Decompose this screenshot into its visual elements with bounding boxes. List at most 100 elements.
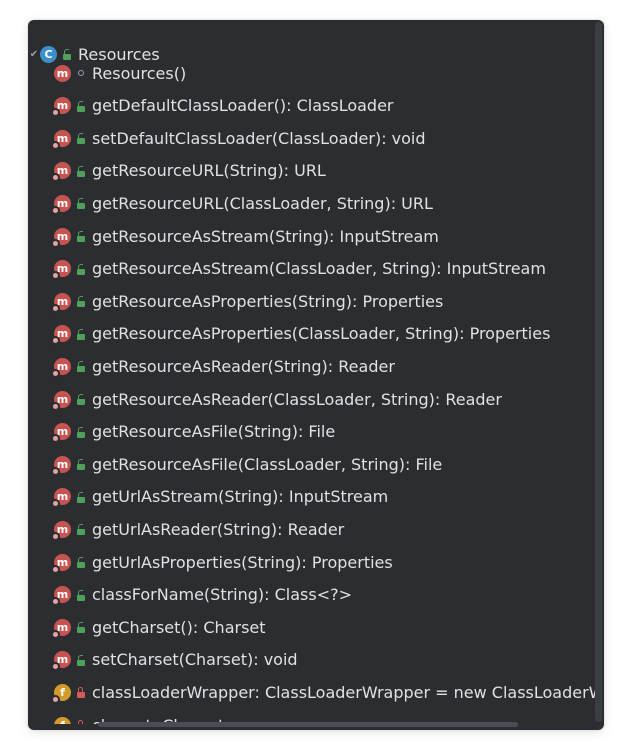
- tree-node-method[interactable]: m getResourceAsProperties(ClassLoader, St…: [51, 320, 551, 348]
- public-access-icon: [76, 393, 86, 405]
- tree-node-method[interactable]: m getDefaultClassLoader(): ClassLoader: [51, 92, 394, 120]
- tree-node-method[interactable]: m getResourceAsProperties(String): Proper…: [51, 287, 444, 315]
- tree-node-method[interactable]: m getResourceAsFile(ClassLoader, String):…: [51, 450, 443, 478]
- tree-node-field[interactable]: f classLoaderWrapper: ClassLoaderWrapper …: [51, 678, 596, 706]
- static-badge-icon: [51, 662, 60, 672]
- member-label: getUrlAsReader(String): Reader: [92, 519, 345, 539]
- static-badge-icon: [51, 271, 60, 281]
- tree-node-method[interactable]: m getResourceAsReader(ClassLoader, String…: [51, 385, 502, 413]
- static-badge-icon: [51, 173, 60, 183]
- tree-node-method[interactable]: m getResourceAsReader(String): Reader: [51, 352, 395, 380]
- public-access-icon: [76, 556, 86, 568]
- method-icon: m: [51, 292, 71, 313]
- method-icon: m: [51, 162, 71, 183]
- public-access-icon: [76, 263, 86, 275]
- member-label: getResourceAsStream(ClassLoader, String)…: [92, 259, 546, 279]
- public-access-icon: [76, 491, 86, 503]
- field-icon: f: [51, 683, 71, 704]
- static-badge-icon: [51, 303, 60, 313]
- member-label: getResourceAsProperties(String): Propert…: [92, 291, 444, 311]
- public-access-icon: [76, 589, 86, 601]
- static-badge-icon: [51, 401, 60, 411]
- method-icon: m: [51, 586, 71, 607]
- static-badge-icon: [51, 108, 60, 118]
- method-icon: m: [51, 651, 71, 672]
- structure-tree[interactable]: ✔ C Resources m Resources() m getDefaultCla…: [28, 20, 596, 724]
- member-label: Resources(): [92, 63, 187, 83]
- tree-node-method[interactable]: m Resources(): [54, 59, 186, 87]
- tree-node-method[interactable]: m getResourceAsStream(String): InputStrea…: [51, 222, 439, 250]
- chevron-down-icon[interactable]: ✔: [28, 49, 40, 60]
- static-badge-icon: [51, 336, 60, 346]
- member-label: getResourceURL(ClassLoader, String): URL: [92, 193, 433, 213]
- method-icon: m: [51, 97, 71, 118]
- method-icon: m: [51, 194, 71, 215]
- public-access-icon: [76, 654, 86, 666]
- method-icon: m: [51, 390, 71, 411]
- method-icon: m: [51, 520, 71, 541]
- public-access-icon: [76, 165, 86, 177]
- static-badge-icon: [51, 629, 60, 639]
- public-access-icon: [76, 197, 86, 210]
- tree-node-method[interactable]: m setDefaultClassLoader(ClassLoader): voi…: [51, 124, 426, 152]
- static-badge-icon: [51, 368, 60, 378]
- public-access-icon: [76, 230, 86, 242]
- static-badge-icon: [51, 434, 60, 444]
- method-icon: m: [51, 423, 71, 444]
- method-icon: m: [51, 488, 71, 509]
- static-badge-icon: [51, 140, 60, 150]
- horizontal-scrollbar[interactable]: [98, 722, 518, 727]
- method-icon: m: [51, 455, 71, 476]
- field-icon: f: [54, 716, 71, 724]
- tree-node-method[interactable]: m getUrlAsStream(String): InputStream: [51, 483, 389, 511]
- member-label: setCharset(Charset): void: [92, 650, 298, 670]
- member-label: getResourceAsReader(ClassLoader, String)…: [92, 389, 502, 409]
- member-label: getResourceAsFile(ClassLoader, String): …: [92, 454, 443, 474]
- static-badge-icon: [51, 499, 60, 509]
- public-access-icon: [76, 132, 86, 145]
- structure-panel: ✔ C Resources m Resources() m getDefaultCla…: [28, 20, 604, 730]
- public-access-icon: [76, 328, 86, 340]
- public-access-icon: [76, 523, 86, 536]
- method-icon: m: [51, 129, 71, 150]
- member-label: getResourceAsStream(String): InputStream: [92, 226, 439, 246]
- member-label: classForName(String): Class<?>: [92, 585, 353, 605]
- member-label: getResourceAsProperties(ClassLoader, Str…: [92, 324, 551, 344]
- private-access-icon: [76, 719, 86, 724]
- method-icon: m: [51, 357, 71, 378]
- member-label: setDefaultClassLoader(ClassLoader): void: [92, 128, 426, 148]
- static-badge-icon: [51, 597, 60, 607]
- member-label: classLoaderWrapper: ClassLoaderWrapper =…: [92, 682, 596, 702]
- member-label: getUrlAsProperties(String): Properties: [92, 552, 393, 572]
- member-label: getCharset(): Charset: [92, 617, 266, 637]
- method-icon: m: [51, 618, 71, 639]
- tree-node-method[interactable]: m getResourceURL(ClassLoader, String): UR…: [51, 189, 433, 217]
- public-access-icon: [76, 621, 86, 634]
- member-label: getResourceAsFile(String): File: [92, 422, 336, 442]
- tree-node-method[interactable]: m getResourceAsFile(String): File: [51, 418, 336, 446]
- public-access-icon: [76, 100, 86, 112]
- public-access-icon: [76, 295, 86, 308]
- static-badge-icon: [51, 564, 60, 574]
- method-icon: m: [51, 553, 71, 574]
- static-badge-icon: [51, 694, 60, 704]
- method-icon: m: [51, 227, 71, 248]
- static-badge-icon: [51, 205, 60, 215]
- method-icon: m: [51, 260, 71, 281]
- tree-node-method[interactable]: m getUrlAsProperties(String): Properties: [51, 548, 393, 576]
- member-label: getResourceAsReader(String): Reader: [92, 356, 395, 376]
- member-label: getUrlAsStream(String): InputStream: [92, 487, 389, 507]
- tree-node-method[interactable]: m classForName(String): Class<?>: [51, 581, 353, 609]
- tree-node-method[interactable]: m getUrlAsReader(String): Reader: [51, 515, 345, 543]
- public-access-icon: [76, 458, 86, 471]
- static-badge-icon: [51, 466, 60, 476]
- tree-node-method[interactable]: m getCharset(): Charset: [51, 613, 266, 641]
- private-access-icon: [76, 686, 86, 699]
- tree-node-method[interactable]: m getResourceURL(String): URL: [51, 157, 326, 185]
- tree-node-method[interactable]: m getResourceAsStream(ClassLoader, String…: [51, 255, 546, 283]
- member-label: getResourceURL(String): URL: [92, 161, 326, 181]
- vertical-scrollbar[interactable]: [595, 22, 602, 722]
- tree-node-method[interactable]: m setCharset(Charset): void: [51, 646, 298, 674]
- method-icon: m: [51, 325, 71, 346]
- static-badge-icon: [51, 531, 60, 541]
